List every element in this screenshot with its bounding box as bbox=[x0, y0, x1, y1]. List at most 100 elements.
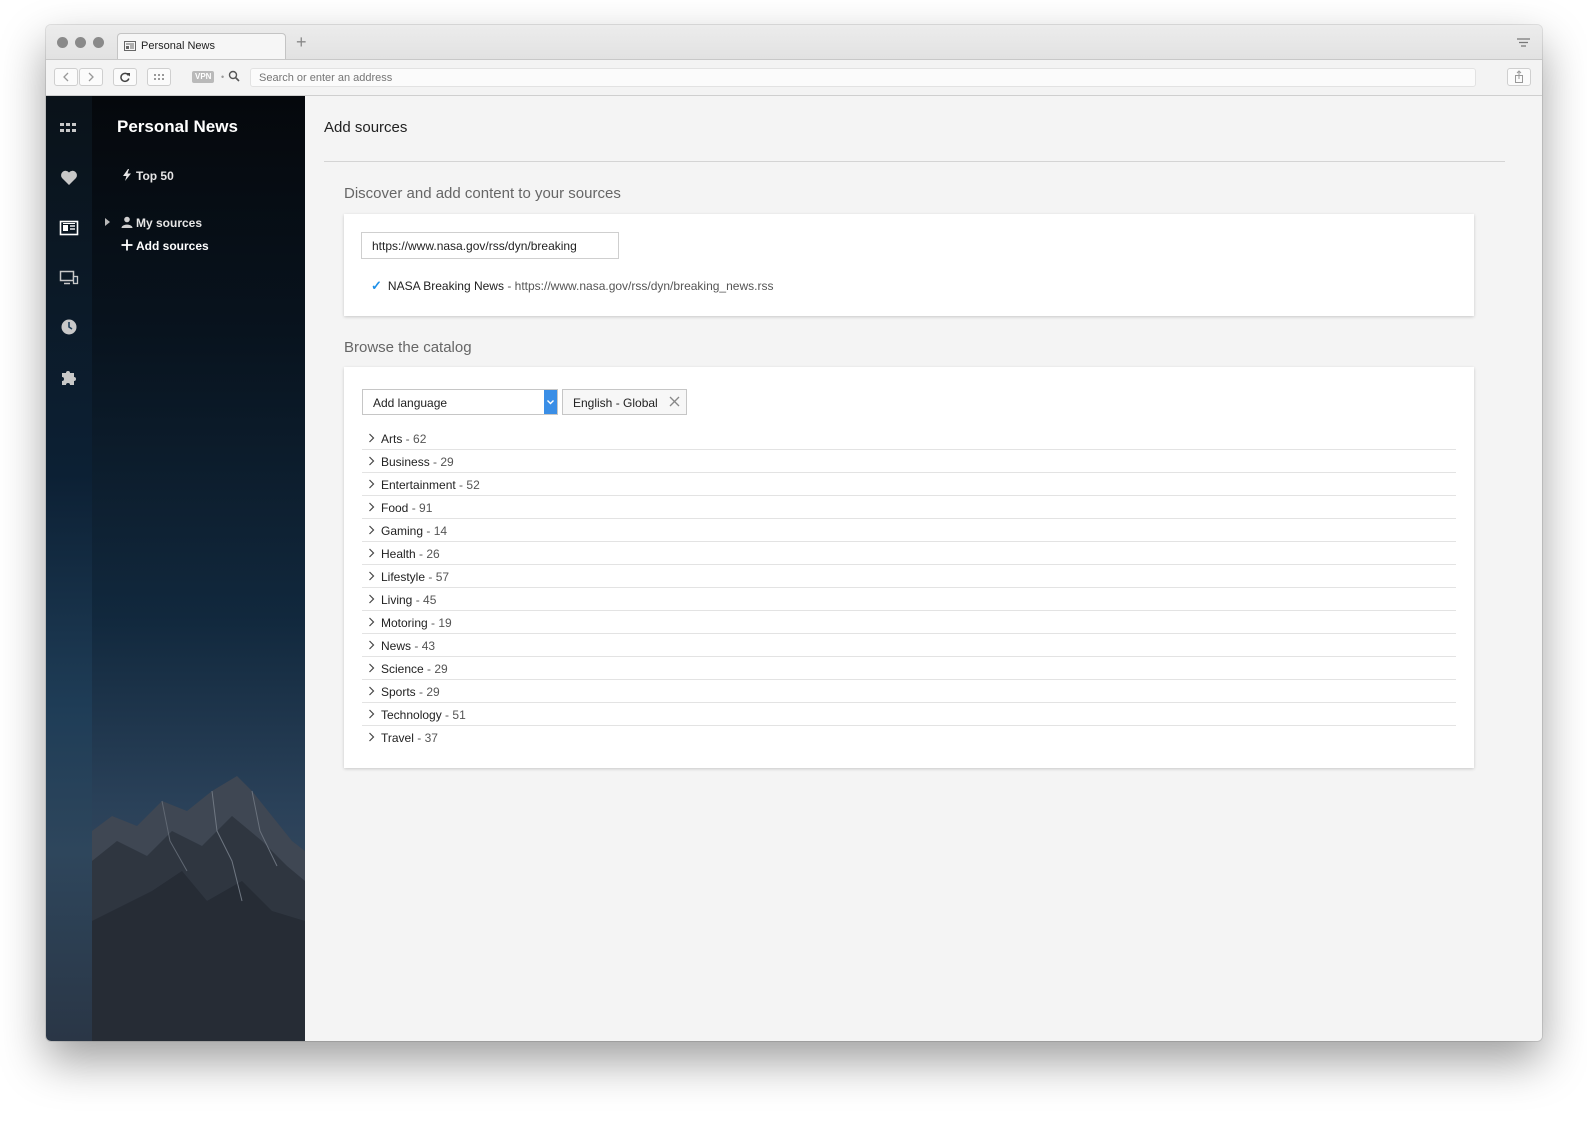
category-label: Travel - 37 bbox=[381, 731, 438, 745]
category-count: 26 bbox=[426, 547, 440, 561]
category-count-separator: - bbox=[423, 524, 434, 538]
category-row-entertainment[interactable]: Entertainment - 52 bbox=[362, 473, 1456, 496]
tab-bar: Personal News + bbox=[46, 25, 1542, 60]
vpn-badge[interactable]: VPN bbox=[192, 71, 215, 83]
tab-personal-news[interactable]: Personal News bbox=[117, 33, 286, 59]
category-row-sports[interactable]: Sports - 29 bbox=[362, 680, 1456, 703]
add-language-label: Add language bbox=[373, 396, 448, 410]
category-count: 51 bbox=[452, 708, 466, 722]
chevron-right-icon bbox=[369, 594, 375, 604]
chevron-right-icon bbox=[369, 686, 375, 696]
category-name: Food bbox=[381, 501, 409, 515]
category-count-separator: - bbox=[425, 570, 436, 584]
grid-icon bbox=[154, 74, 164, 80]
nav-top-50[interactable]: Top 50 bbox=[121, 169, 174, 183]
speed-dial-icon[interactable] bbox=[59, 118, 79, 138]
devices-icon[interactable] bbox=[59, 268, 79, 288]
chevron-right-icon bbox=[369, 571, 375, 581]
news-icon bbox=[124, 41, 136, 51]
tab-menu-icon[interactable] bbox=[1517, 38, 1530, 48]
chevron-right-icon bbox=[369, 640, 375, 650]
zoom-window-button[interactable] bbox=[93, 37, 104, 48]
category-label: Health - 26 bbox=[381, 547, 440, 561]
category-count-separator: - bbox=[441, 708, 453, 722]
category-count: 19 bbox=[438, 616, 452, 630]
expand-arrow-icon[interactable] bbox=[105, 218, 110, 226]
share-icon bbox=[1515, 70, 1523, 83]
feed-separator: - bbox=[507, 279, 512, 293]
add-language-select[interactable]: Add language bbox=[362, 389, 558, 415]
category-name: Technology bbox=[381, 708, 442, 722]
category-count-separator: - bbox=[415, 685, 427, 699]
user-icon bbox=[121, 216, 133, 228]
category-row-technology[interactable]: Technology - 51 bbox=[362, 703, 1456, 726]
category-count: 14 bbox=[433, 524, 448, 538]
mountain-background-image bbox=[92, 776, 305, 1041]
chevron-right-icon bbox=[369, 709, 375, 719]
category-label: Technology - 51 bbox=[381, 708, 466, 722]
new-tab-button[interactable]: + bbox=[296, 33, 307, 51]
minimize-window-button[interactable] bbox=[75, 37, 86, 48]
page-title: Add sources bbox=[324, 119, 408, 136]
chevron-right-icon bbox=[369, 479, 375, 489]
back-button[interactable] bbox=[54, 68, 78, 86]
category-count: 29 bbox=[426, 685, 440, 699]
forward-button[interactable] bbox=[79, 68, 103, 86]
category-row-motoring[interactable]: Motoring - 19 bbox=[362, 611, 1456, 634]
address-input[interactable] bbox=[250, 68, 1476, 87]
category-label: Business - 29 bbox=[381, 455, 454, 469]
category-row-news[interactable]: News - 43 bbox=[362, 634, 1456, 657]
close-window-button[interactable] bbox=[57, 37, 68, 48]
category-row-living[interactable]: Living - 45 bbox=[362, 588, 1456, 611]
category-row-food[interactable]: Food - 91 bbox=[362, 496, 1456, 519]
vpn-dropdown-dot: • bbox=[221, 72, 225, 82]
category-count-separator: - bbox=[415, 547, 427, 561]
nav-my-sources[interactable]: My sources bbox=[121, 216, 202, 230]
feed-name: NASA Breaking News bbox=[387, 279, 504, 293]
close-icon[interactable] bbox=[669, 396, 680, 407]
category-row-business[interactable]: Business - 29 bbox=[362, 450, 1456, 473]
category-row-lifestyle[interactable]: Lifestyle - 57 bbox=[362, 565, 1456, 588]
chevron-right-icon bbox=[369, 525, 375, 535]
heart-icon[interactable] bbox=[59, 168, 79, 188]
extensions-icon[interactable] bbox=[59, 367, 79, 387]
share-button[interactable] bbox=[1507, 68, 1531, 86]
news-icon[interactable] bbox=[59, 218, 79, 238]
nav-add-sources[interactable]: Add sources bbox=[121, 239, 209, 253]
plus-icon bbox=[121, 239, 133, 251]
category-row-gaming[interactable]: Gaming - 14 bbox=[362, 519, 1456, 542]
language-chip: English - Global bbox=[562, 389, 687, 415]
nav-my-sources-label: My sources bbox=[136, 216, 203, 230]
category-count-separator: - bbox=[455, 478, 467, 492]
reload-button[interactable] bbox=[113, 68, 137, 86]
category-count-separator: - bbox=[402, 432, 414, 446]
language-chip-label: English - Global bbox=[573, 396, 658, 410]
category-name: Health bbox=[381, 547, 416, 561]
speed-dial-button[interactable] bbox=[147, 68, 171, 86]
chevron-left-icon bbox=[63, 72, 69, 82]
checkmark-icon: ✓ bbox=[371, 278, 382, 293]
divider bbox=[324, 161, 1505, 162]
dropdown-button[interactable] bbox=[544, 390, 557, 414]
category-label: Science - 29 bbox=[381, 662, 448, 676]
category-count-separator: - bbox=[412, 593, 424, 607]
category-row-arts[interactable]: Arts - 62 bbox=[362, 427, 1456, 450]
category-name: Sports bbox=[381, 685, 416, 699]
category-label: News - 43 bbox=[381, 639, 435, 653]
category-count-separator: - bbox=[413, 731, 425, 745]
category-list: Arts - 62 Business - 29 Entertainment - 52… bbox=[362, 427, 1456, 748]
tab-title: Personal News bbox=[141, 40, 215, 52]
category-name: Living bbox=[381, 593, 413, 607]
category-row-science[interactable]: Science - 29 bbox=[362, 657, 1456, 680]
category-count: 52 bbox=[466, 478, 480, 492]
source-url-input[interactable] bbox=[361, 232, 619, 259]
category-row-travel[interactable]: Travel - 37 bbox=[362, 726, 1456, 748]
feed-result-item[interactable]: ✓ NASA Breaking News - https://www.nasa.g… bbox=[371, 278, 773, 294]
category-count-separator: - bbox=[423, 662, 435, 676]
panel-title: Personal News bbox=[117, 117, 238, 136]
category-count: 57 bbox=[435, 570, 450, 584]
category-row-health[interactable]: Health - 26 bbox=[362, 542, 1456, 565]
history-icon[interactable] bbox=[59, 317, 79, 337]
category-count: 29 bbox=[434, 662, 448, 676]
chevron-right-icon bbox=[88, 72, 94, 82]
